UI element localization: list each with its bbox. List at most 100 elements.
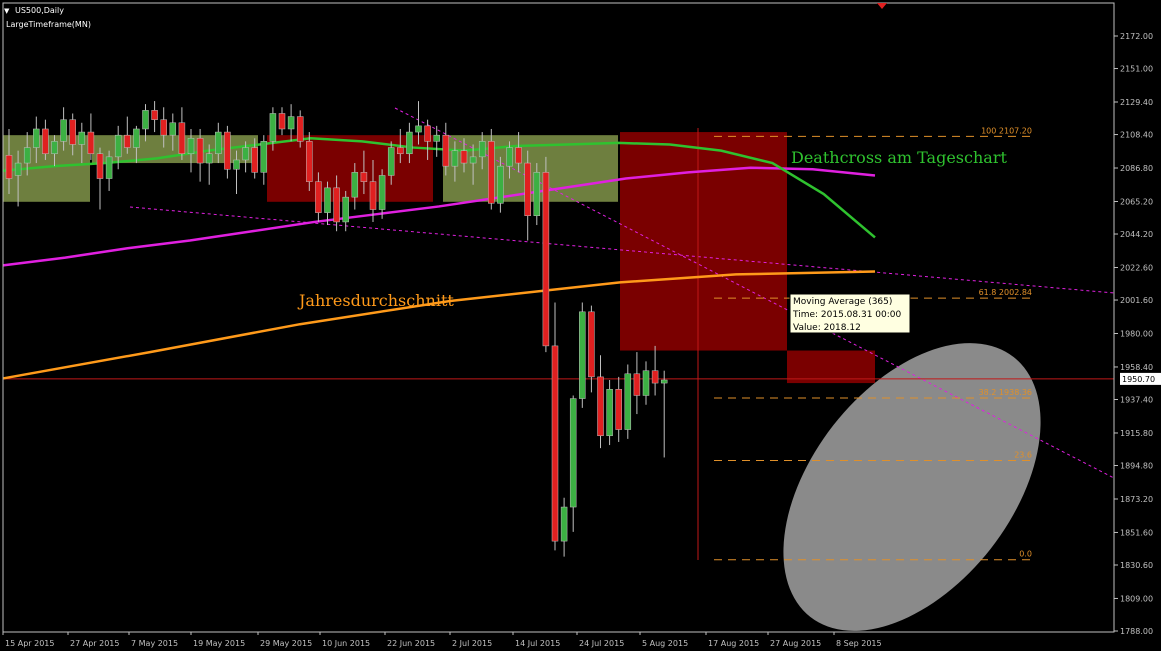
tooltip-line: Time: 2015.08.31 00:00 <box>792 310 902 320</box>
y-tick-label: 1937.40 <box>1120 396 1153 405</box>
candle-body[interactable] <box>196 138 204 164</box>
candle-body[interactable] <box>615 389 622 430</box>
candle-body[interactable] <box>451 150 459 167</box>
candle-body[interactable] <box>142 110 149 130</box>
candle-body[interactable] <box>242 147 249 161</box>
candle-body[interactable] <box>597 376 604 437</box>
candle-body[interactable] <box>533 172 541 216</box>
candle-body[interactable] <box>105 156 113 179</box>
candle-body[interactable] <box>151 110 158 120</box>
candle-body[interactable] <box>524 162 531 216</box>
candle-body[interactable] <box>251 147 258 173</box>
candle-body[interactable] <box>397 147 404 155</box>
candle-body[interactable] <box>69 119 76 145</box>
candle-body[interactable] <box>542 172 550 347</box>
y-tick-label: 2129.40 <box>1120 98 1153 107</box>
y-tick-label: 1809.00 <box>1120 594 1153 603</box>
candle-body[interactable] <box>260 141 268 173</box>
candle-body[interactable] <box>205 153 213 164</box>
candle-body[interactable] <box>387 147 395 176</box>
y-tick-label: 1915.80 <box>1120 429 1153 438</box>
marker-triangle-icon <box>877 3 887 9</box>
candle-body[interactable] <box>460 150 468 164</box>
candle-body[interactable] <box>560 506 568 542</box>
candle-body[interactable] <box>606 389 613 437</box>
price-chart[interactable]: 100 2107.20 61.8 2002.84 38.2 1938.36 23.6 0… <box>0 0 1161 651</box>
fib-level-label: 100 2107.20 <box>981 126 1032 135</box>
candle-body[interactable] <box>215 131 222 155</box>
chevron-down-icon: ▼ <box>4 7 10 15</box>
candle-body[interactable] <box>624 373 632 430</box>
candle-body[interactable] <box>469 156 477 164</box>
y-tick-label: 1851.60 <box>1120 528 1153 537</box>
candle-body[interactable] <box>588 311 595 378</box>
candle-body[interactable] <box>287 116 295 130</box>
candle-body[interactable] <box>42 128 49 155</box>
x-tick-label: 27 Apr 2015 <box>70 639 119 648</box>
candle-body[interactable] <box>187 138 195 155</box>
x-tick-label: 14 Jul 2015 <box>515 639 560 648</box>
candle-body[interactable] <box>579 311 586 399</box>
candle-body[interactable] <box>96 153 104 179</box>
candle-body[interactable] <box>114 134 122 158</box>
candle-body[interactable] <box>78 131 86 145</box>
candle-body[interactable] <box>33 128 40 148</box>
candle-body[interactable] <box>160 119 167 136</box>
candle-body[interactable] <box>324 187 331 213</box>
candle-body[interactable] <box>14 162 22 176</box>
y-tick-label: 1958.40 <box>1120 363 1153 372</box>
candle-body[interactable] <box>351 172 359 198</box>
candle-body[interactable] <box>424 125 431 142</box>
candle-body[interactable] <box>433 134 440 142</box>
candle-body[interactable] <box>478 141 486 158</box>
candle-body[interactable] <box>178 122 186 155</box>
y-tick-label: 1830.60 <box>1120 561 1153 570</box>
candle-body[interactable] <box>342 196 349 223</box>
candle-body[interactable] <box>515 147 522 164</box>
candle-body[interactable] <box>378 175 386 210</box>
candle-body[interactable] <box>51 141 58 155</box>
candle-body[interactable] <box>23 147 31 164</box>
y-tick-label: 2151.00 <box>1120 65 1153 74</box>
x-tick-label: 8 Sep 2015 <box>836 639 882 648</box>
y-tick-label: 1894.80 <box>1120 462 1153 471</box>
y-tick-label: 1873.20 <box>1120 495 1153 504</box>
x-tick-label: 15 Apr 2015 <box>5 639 54 648</box>
candle-body[interactable] <box>633 373 641 396</box>
candle-body[interactable] <box>333 187 340 223</box>
candle-body[interactable] <box>369 181 377 210</box>
timeframe-box <box>787 350 875 384</box>
candle-body[interactable] <box>442 134 450 167</box>
fib-level-label: 23.6 <box>1014 451 1032 460</box>
candle-body[interactable] <box>642 370 650 396</box>
x-tick-label: 5 Aug 2015 <box>642 639 688 648</box>
candle-body[interactable] <box>415 125 422 133</box>
candle-body[interactable] <box>87 131 95 155</box>
x-tick-label: 10 Jun 2015 <box>322 639 370 648</box>
candle-body[interactable] <box>569 398 577 508</box>
candle-body[interactable] <box>315 181 322 213</box>
candle-body[interactable] <box>360 172 368 182</box>
candle-body[interactable] <box>497 165 504 204</box>
candle-body[interactable] <box>124 134 131 148</box>
candle-body[interactable] <box>551 345 559 542</box>
fib-level-label: 38.2 1938.36 <box>979 388 1032 397</box>
candle-body[interactable] <box>169 122 177 136</box>
candle-body[interactable] <box>278 113 286 130</box>
candle-body[interactable] <box>296 116 304 142</box>
fib-level-label: 61.8 2002.84 <box>979 288 1032 297</box>
candle-body[interactable] <box>5 155 13 179</box>
candle-body[interactable] <box>306 141 313 182</box>
candle-body[interactable] <box>406 131 413 155</box>
candle-body[interactable] <box>233 159 240 170</box>
candle-body[interactable] <box>651 370 659 384</box>
candle-body[interactable] <box>224 131 231 170</box>
candle-body[interactable] <box>269 113 277 142</box>
candle-body[interactable] <box>60 119 67 142</box>
y-tick-label: 2022.60 <box>1120 263 1153 272</box>
y-tick-label: 1980.00 <box>1120 330 1153 339</box>
candle-body[interactable] <box>488 141 495 204</box>
candle-body[interactable] <box>133 128 140 148</box>
candle-body[interactable] <box>660 379 668 384</box>
candle-body[interactable] <box>506 147 513 167</box>
